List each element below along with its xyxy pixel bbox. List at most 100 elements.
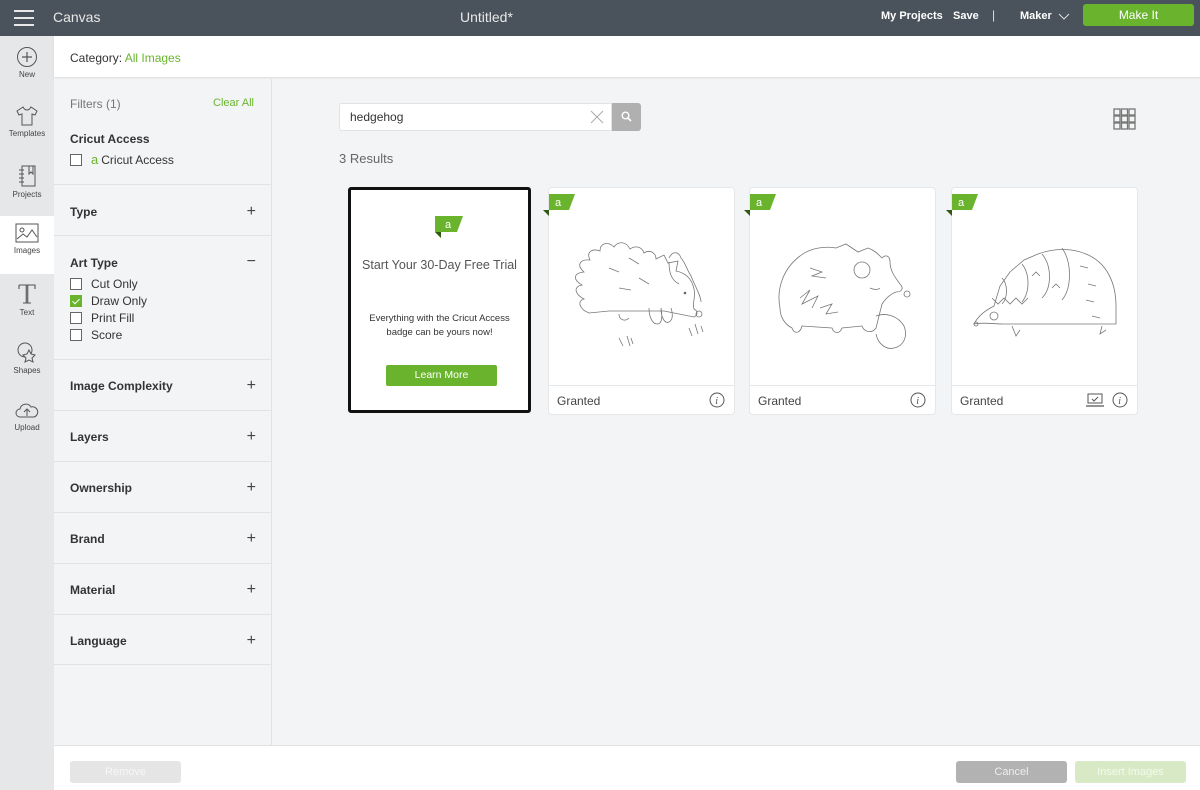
expand-plus-icon[interactable]: + xyxy=(247,429,256,445)
image-card[interactable]: a Granted i xyxy=(744,187,936,415)
svg-text:i: i xyxy=(715,396,718,407)
nav-text[interactable]: Text xyxy=(0,276,54,334)
save-link[interactable]: Save xyxy=(953,10,979,22)
nav-shapes[interactable]: Shapes xyxy=(0,334,54,392)
nav-label: Shapes xyxy=(13,366,41,375)
svg-text:a: a xyxy=(756,197,763,209)
top-bar: Canvas Untitled* My Projects Save | Make… xyxy=(0,0,1200,36)
art-type-print-fill[interactable]: Print Fill xyxy=(70,309,147,326)
image-card[interactable]: a Granted i xyxy=(946,187,1138,415)
card-footer: Granted i xyxy=(750,385,935,414)
machine-select[interactable]: Maker xyxy=(1020,10,1070,22)
category-label: Category: All Images xyxy=(70,51,181,65)
nav-upload[interactable]: Upload xyxy=(0,393,54,451)
nav-projects[interactable]: Projects xyxy=(0,158,54,216)
results-count: 3 Results xyxy=(339,151,394,166)
hedgehog-image xyxy=(778,243,911,349)
info-icon[interactable]: i xyxy=(910,392,926,408)
machine-label: Maker xyxy=(1020,10,1052,22)
clear-search-icon[interactable] xyxy=(590,110,604,124)
filter-section-layers[interactable]: Layers + xyxy=(54,410,272,461)
filter-section-type[interactable]: Type + xyxy=(54,184,272,235)
clear-all-link[interactable]: Clear All xyxy=(213,97,254,109)
checkbox[interactable] xyxy=(70,277,82,290)
nav-new[interactable]: New xyxy=(0,40,54,98)
document-title[interactable]: Untitled* xyxy=(460,9,513,25)
search-box xyxy=(339,103,612,131)
category-bar: Category: All Images xyxy=(54,36,1200,78)
tshirt-icon xyxy=(16,106,38,126)
notebook-icon xyxy=(19,165,36,187)
access-badge-icon: a xyxy=(435,216,463,238)
expand-plus-icon[interactable]: + xyxy=(247,480,256,496)
expand-plus-icon[interactable]: + xyxy=(247,531,256,547)
search-input[interactable] xyxy=(350,110,580,124)
insert-images-button[interactable]: Insert Images xyxy=(1075,761,1186,783)
nav-templates[interactable]: Templates xyxy=(0,99,54,157)
section-heading: Type xyxy=(70,205,98,219)
left-nav: New Templates Projects Images Text Shape… xyxy=(0,36,54,790)
checkbox-label: Score xyxy=(91,327,123,342)
cancel-button[interactable]: Cancel xyxy=(956,761,1067,783)
checkbox[interactable] xyxy=(70,311,82,324)
checkbox-label: Print Fill xyxy=(91,310,135,325)
access-badge-icon: a xyxy=(543,194,575,216)
section-heading: Language xyxy=(70,634,127,648)
shapes-icon xyxy=(17,342,36,363)
expand-plus-icon[interactable]: + xyxy=(247,378,256,394)
nav-label: Text xyxy=(19,308,35,317)
filter-section-art-type: Art Type − Cut Only Draw Only Print Fill… xyxy=(54,235,272,359)
svg-text:a: a xyxy=(958,197,965,209)
nav-label: Images xyxy=(13,246,41,255)
checkbox-checked[interactable] xyxy=(70,294,82,307)
filter-section-language[interactable]: Language + xyxy=(54,614,272,665)
info-icon[interactable]: i xyxy=(709,392,725,408)
filter-section-image-complexity[interactable]: Image Complexity + xyxy=(54,359,272,410)
svg-text:i: i xyxy=(1118,396,1121,407)
checkbox-label: Cut Only xyxy=(91,276,138,291)
cricut-access-promo-card: a Start Your 30-Day Free Trial Everythin… xyxy=(348,187,531,413)
hedgehog-image xyxy=(575,242,704,347)
svg-text:i: i xyxy=(916,396,919,407)
art-type-draw-only[interactable]: Draw Only xyxy=(70,292,147,309)
collapse-minus-icon[interactable]: − xyxy=(247,254,256,270)
section-heading: Image Complexity xyxy=(70,379,173,393)
filter-section-material[interactable]: Material + xyxy=(54,563,272,614)
section-heading: Art Type xyxy=(70,256,118,270)
cricut-access-heading: Cricut Access xyxy=(70,132,150,146)
filters-title: Filters (1) xyxy=(70,97,121,111)
expand-plus-icon[interactable]: + xyxy=(247,204,256,220)
checkbox[interactable] xyxy=(70,328,82,341)
filter-section-ownership[interactable]: Ownership + xyxy=(54,461,272,512)
hamburger-menu-icon[interactable] xyxy=(14,10,34,26)
remove-button[interactable]: Remove xyxy=(70,761,181,783)
filters-panel: Filters (1) Clear All Cricut Access a Cr… xyxy=(54,79,272,745)
cricut-access-checkbox[interactable]: a Cricut Access xyxy=(70,151,174,168)
art-type-cut-only[interactable]: Cut Only xyxy=(70,275,147,292)
card-footer: Granted i xyxy=(549,385,734,414)
access-badge-icon: a xyxy=(744,194,776,216)
nav-images[interactable]: Images xyxy=(0,216,54,274)
image-card[interactable]: a Granted i xyxy=(543,187,735,415)
make-it-button[interactable]: Make It xyxy=(1083,4,1194,26)
checkbox-label: Draw Only xyxy=(91,293,148,308)
section-heading: Layers xyxy=(70,430,109,444)
art-type-score[interactable]: Score xyxy=(70,326,147,343)
checkbox[interactable] xyxy=(70,153,82,166)
expand-plus-icon[interactable]: + xyxy=(247,582,256,598)
expand-plus-icon[interactable]: + xyxy=(247,633,256,649)
plus-circle-icon xyxy=(17,47,37,67)
results-area: 3 Results a Start Your 30-Day Free Trial… xyxy=(272,79,1200,745)
promo-title: Start Your 30-Day Free Trial xyxy=(362,258,517,272)
category-value[interactable]: All Images xyxy=(125,51,181,65)
search-icon xyxy=(621,111,632,122)
grid-view-icon[interactable] xyxy=(1113,108,1136,130)
info-icon[interactable]: i xyxy=(1112,392,1128,408)
learn-more-button[interactable]: Learn More xyxy=(386,365,497,386)
my-projects-link[interactable]: My Projects xyxy=(881,10,943,22)
section-heading: Brand xyxy=(70,532,105,546)
svg-text:a: a xyxy=(445,219,452,231)
nav-label: Upload xyxy=(14,423,40,432)
filter-section-brand[interactable]: Brand + xyxy=(54,512,272,563)
search-button[interactable] xyxy=(612,103,641,131)
